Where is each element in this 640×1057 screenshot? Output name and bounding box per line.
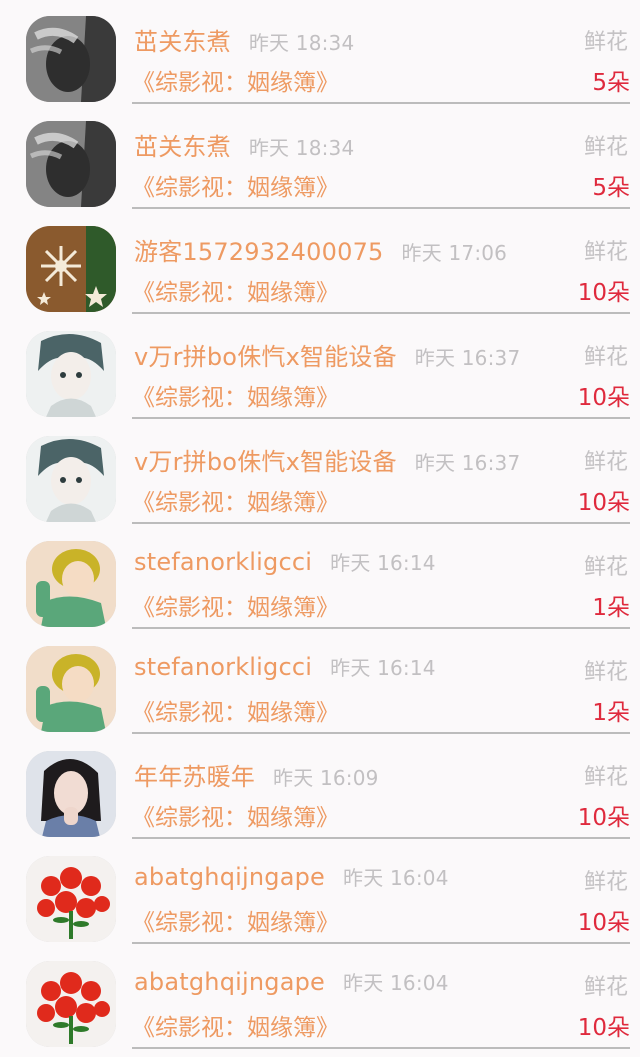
gift-count: 1朵 [592, 700, 630, 726]
list-item[interactable]: v万r拼bo侏忾x智能设备 昨天 16:37 鲜花 《综影视：姻缘簿》 10朵 [0, 420, 640, 525]
user-name: v万r拼bo侏忾x智能设备 昨天 16:37 [134, 448, 521, 476]
divider [132, 837, 630, 839]
divider [132, 1047, 630, 1049]
book-title[interactable]: 《综影视：姻缘簿》 [132, 588, 339, 622]
smoking-person-avatar-icon[interactable] [26, 121, 116, 207]
gift-count: 10朵 [577, 490, 630, 516]
timestamp: 昨天 16:09 [273, 766, 379, 790]
timestamp: 昨天 17:06 [401, 241, 508, 265]
user-name: 茁关东煮 昨天 18:34 [134, 28, 355, 56]
divider [132, 732, 630, 734]
timestamp: 昨天 16:37 [414, 346, 521, 370]
gift-type: 鲜花 [583, 450, 628, 475]
gift-type: 鲜花 [583, 660, 628, 685]
gift-type: 鲜花 [583, 555, 628, 580]
illustrated-boy-avatar-icon[interactable] [26, 646, 116, 732]
smoking-person-avatar-icon[interactable] [26, 16, 116, 102]
list-item[interactable]: abatghqijngape 昨天 16:04 鲜花 《综影视：姻缘簿》 10朵 [0, 840, 640, 945]
user-name: 年年苏暖年 昨天 16:09 [134, 763, 379, 791]
list-item[interactable]: stefanorkligcci 昨天 16:14 鲜花 《综影视：姻缘簿》 1朵 [0, 525, 640, 630]
list-item[interactable]: v万r拼bo侏忾x智能设备 昨天 16:37 鲜花 《综影视：姻缘簿》 10朵 [0, 315, 640, 420]
woman-portrait-avatar-icon[interactable] [26, 751, 116, 837]
red-flowers-avatar-icon[interactable] [26, 961, 116, 1047]
anime-boy-avatar-icon[interactable] [26, 331, 116, 417]
book-title[interactable]: 《综影视：姻缘簿》 [132, 1008, 339, 1042]
gift-count: 5朵 [592, 175, 630, 201]
gift-type: 鲜花 [583, 135, 628, 160]
gift-type: 鲜花 [583, 345, 628, 370]
divider [132, 627, 630, 629]
user-name: 茁关东煮 昨天 18:34 [134, 133, 355, 161]
divider [132, 522, 630, 524]
user-name: abatghqijngape 昨天 16:04 [134, 863, 449, 891]
list-item[interactable]: abatghqijngape 昨天 16:04 鲜花 《综影视：姻缘簿》 10朵 [0, 945, 640, 1050]
user-name: abatghqijngape 昨天 16:04 [134, 968, 449, 996]
gift-count: 10朵 [577, 1015, 630, 1041]
book-title[interactable]: 《综影视：姻缘簿》 [132, 483, 339, 517]
gift-count: 10朵 [577, 910, 630, 936]
divider [132, 942, 630, 944]
gift-count: 10朵 [577, 280, 630, 306]
timestamp: 昨天 16:14 [330, 656, 436, 680]
user-name: stefanorkligcci 昨天 16:14 [134, 653, 436, 681]
gift-type: 鲜花 [583, 975, 628, 1000]
gift-type: 鲜花 [583, 30, 628, 55]
divider [132, 102, 630, 104]
book-title[interactable]: 《综影视：姻缘簿》 [132, 798, 339, 832]
timestamp: 昨天 18:34 [248, 136, 355, 160]
snowflake-avatar-icon[interactable] [26, 226, 116, 312]
divider [132, 312, 630, 314]
list-item[interactable]: 游客1572932400075 昨天 17:06 鲜花 《综影视：姻缘簿》 10朵 [0, 210, 640, 315]
book-title[interactable]: 《综影视：姻缘簿》 [132, 378, 339, 412]
divider [132, 207, 630, 209]
timestamp: 昨天 16:14 [330, 551, 436, 575]
anime-boy-avatar-icon[interactable] [26, 436, 116, 522]
red-flowers-avatar-icon[interactable] [26, 856, 116, 942]
gift-count: 1朵 [592, 595, 630, 621]
book-title[interactable]: 《综影视：姻缘簿》 [132, 168, 339, 202]
gift-type: 鲜花 [583, 870, 628, 895]
timestamp: 昨天 16:04 [343, 866, 449, 890]
gift-count: 10朵 [577, 805, 630, 831]
gift-count: 10朵 [577, 385, 630, 411]
gift-count: 5朵 [592, 70, 630, 96]
book-title[interactable]: 《综影视：姻缘簿》 [132, 693, 339, 727]
book-title[interactable]: 《综影视：姻缘簿》 [132, 903, 339, 937]
timestamp: 昨天 16:04 [343, 971, 449, 995]
divider [132, 417, 630, 419]
user-name: 游客1572932400075 昨天 17:06 [134, 238, 508, 266]
list-item[interactable]: 茁关东煮 昨天 18:34 鲜花 《综影视：姻缘簿》 5朵 [0, 0, 640, 105]
timestamp: 昨天 16:37 [414, 451, 521, 475]
book-title[interactable]: 《综影视：姻缘簿》 [132, 63, 339, 97]
list-item[interactable]: 年年苏暖年 昨天 16:09 鲜花 《综影视：姻缘簿》 10朵 [0, 735, 640, 840]
user-name: v万r拼bo侏忾x智能设备 昨天 16:37 [134, 343, 521, 371]
gift-type: 鲜花 [583, 240, 628, 265]
book-title[interactable]: 《综影视：姻缘簿》 [132, 273, 339, 307]
list-item[interactable]: stefanorkligcci 昨天 16:14 鲜花 《综影视：姻缘簿》 1朵 [0, 630, 640, 735]
gift-type: 鲜花 [583, 765, 628, 790]
list-item[interactable]: 茁关东煮 昨天 18:34 鲜花 《综影视：姻缘簿》 5朵 [0, 105, 640, 210]
timestamp: 昨天 18:34 [248, 31, 355, 55]
user-name: stefanorkligcci 昨天 16:14 [134, 548, 436, 576]
illustrated-boy-avatar-icon[interactable] [26, 541, 116, 627]
